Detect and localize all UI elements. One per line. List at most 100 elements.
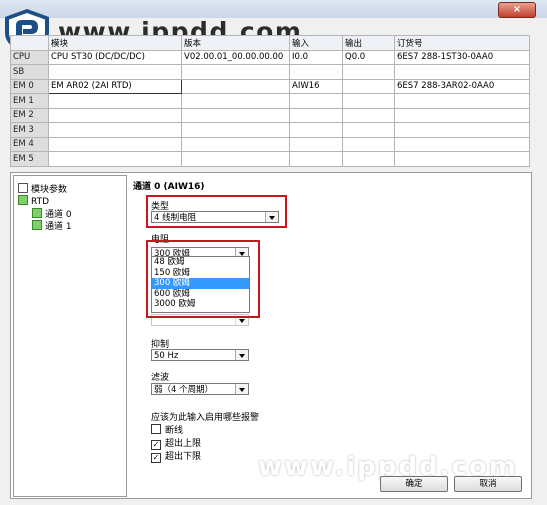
col-header-order: 订货号 (394, 35, 530, 51)
module-cell[interactable] (48, 93, 182, 109)
alarm-upper-limit-label: 超出上限 (165, 439, 202, 449)
output-cell (342, 64, 395, 80)
system-block-dialog: × www.ippdd.com 模块 版本 输入 输出 订货号 CPU CPU … (0, 0, 547, 505)
chevron-down-icon[interactable] (235, 350, 248, 360)
output-cell (342, 78, 395, 94)
tree-item-channel-1[interactable]: 通道 1 (32, 219, 72, 232)
tree-node-icon (32, 220, 42, 230)
module-cell[interactable]: CPU ST30 (DC/DC/DC) (48, 49, 182, 65)
version-cell (181, 64, 290, 80)
slot-label: CPU (10, 49, 49, 65)
alarm-open-wire[interactable]: 断线 (151, 423, 183, 436)
filter-select[interactable]: 弱（4 个周期） (151, 383, 249, 395)
parameter-tree: 模块参数 RTD 通道 0 通道 1 (13, 175, 127, 497)
table-row[interactable]: SB (10, 64, 530, 80)
input-cell: AIW16 (289, 78, 343, 94)
channel-title: 通道 0 (AIW16) (133, 182, 205, 192)
header-corner (10, 35, 49, 51)
tree-item-module-params[interactable]: 模块参数 (18, 182, 67, 195)
order-cell: 6ES7 288-3AR02-0AA0 (394, 78, 530, 94)
output-cell (342, 136, 395, 152)
table-row[interactable]: EM 2 (10, 107, 530, 123)
alarm-heading: 应该为此输入启用哪些报警 (151, 413, 260, 423)
version-cell (181, 93, 290, 109)
table-row[interactable]: EM 3 (10, 122, 530, 138)
order-cell (394, 64, 530, 80)
dropdown-option[interactable]: 150 欧姆 (152, 268, 249, 279)
dropdown-option[interactable]: 48 欧姆 (152, 257, 249, 268)
filter-label: 滤波 (151, 373, 170, 383)
rejection-select[interactable]: 50 Hz (151, 349, 249, 361)
table-row[interactable]: EM 0 EM AR02 (2AI RTD) AIW16 6ES7 288-3A… (10, 78, 530, 94)
table-row[interactable]: EM 1 (10, 93, 530, 109)
alarm-open-wire-checkbox[interactable] (151, 424, 161, 434)
input-cell (289, 64, 343, 80)
tree-node-icon (18, 195, 28, 205)
table-row[interactable]: CPU CPU ST30 (DC/DC/DC) V02.00.01_00.00.… (10, 49, 530, 65)
slot-label: EM 1 (10, 93, 49, 109)
version-cell: V02.00.01_00.00.00.00 (181, 49, 290, 65)
close-button[interactable]: × (498, 2, 536, 18)
table-row[interactable]: EM 5 (10, 151, 530, 167)
module-cell-selected[interactable]: EM AR02 (2AI RTD) (48, 78, 182, 94)
slot-label: EM 4 (10, 136, 49, 152)
output-cell (342, 122, 395, 138)
output-cell: Q0.0 (342, 49, 395, 65)
col-header-version: 版本 (181, 35, 290, 51)
tree-label: 模块参数 (31, 185, 68, 195)
version-cell (181, 78, 290, 94)
dropdown-option-selected[interactable]: 300 欧姆 (152, 278, 249, 289)
tree-item-rtd[interactable]: RTD (18, 195, 49, 207)
dropdown-option[interactable]: 600 欧姆 (152, 289, 249, 300)
module-cell[interactable] (48, 64, 182, 80)
output-cell (342, 107, 395, 123)
type-highlight (146, 195, 287, 228)
col-header-module: 模块 (48, 35, 182, 51)
module-cell[interactable] (48, 107, 182, 123)
ok-button[interactable]: 确定 (380, 476, 448, 492)
order-cell (394, 151, 530, 167)
input-cell (289, 151, 343, 167)
module-cell[interactable] (48, 151, 182, 167)
module-cell[interactable] (48, 122, 182, 138)
tree-label: 通道 1 (45, 222, 72, 232)
order-cell (394, 93, 530, 109)
alarm-open-wire-label: 断线 (165, 426, 184, 436)
slot-label: SB (10, 64, 49, 80)
col-header-output: 输出 (342, 35, 395, 51)
title-bar: × (0, 0, 547, 18)
order-cell (394, 136, 530, 152)
version-cell (181, 107, 290, 123)
version-cell (181, 136, 290, 152)
input-cell (289, 122, 343, 138)
order-cell (394, 107, 530, 123)
alarm-lower-limit-checkbox[interactable]: ✓ (151, 453, 161, 463)
order-cell (394, 122, 530, 138)
rejection-value: 50 Hz (154, 351, 179, 361)
alarm-lower-limit-label: 超出下限 (165, 452, 202, 462)
input-cell (289, 136, 343, 152)
input-cell (289, 93, 343, 109)
order-cell: 6ES7 288-1ST30-0AA0 (394, 49, 530, 65)
dropdown-option[interactable]: 3000 欧姆 (152, 299, 249, 310)
module-table: 模块 版本 输入 输出 订货号 CPU CPU ST30 (DC/DC/DC) … (10, 35, 530, 167)
tree-node-icon (18, 183, 28, 193)
input-cell: I0.0 (289, 49, 343, 65)
col-header-input: 输入 (289, 35, 343, 51)
module-cell[interactable] (48, 136, 182, 152)
alarm-upper-limit[interactable]: ✓ 超出上限 (151, 436, 201, 450)
input-cell (289, 107, 343, 123)
output-cell (342, 151, 395, 167)
table-header-row: 模块 版本 输入 输出 订货号 (10, 35, 530, 51)
chevron-down-icon[interactable] (235, 384, 248, 394)
tree-node-icon (32, 208, 42, 218)
slot-label: EM 3 (10, 122, 49, 138)
slot-label: EM 5 (10, 151, 49, 167)
alarm-lower-limit[interactable]: ✓ 超出下限 (151, 449, 201, 463)
table-row[interactable]: EM 4 (10, 136, 530, 152)
slot-label: EM 2 (10, 107, 49, 123)
resistance-dropdown-list[interactable]: 48 欧姆 150 欧姆 300 欧姆 600 欧姆 3000 欧姆 (151, 256, 250, 313)
tree-label: RTD (31, 197, 50, 207)
cancel-button[interactable]: 取消 (454, 476, 522, 492)
slot-label: EM 0 (10, 78, 49, 94)
